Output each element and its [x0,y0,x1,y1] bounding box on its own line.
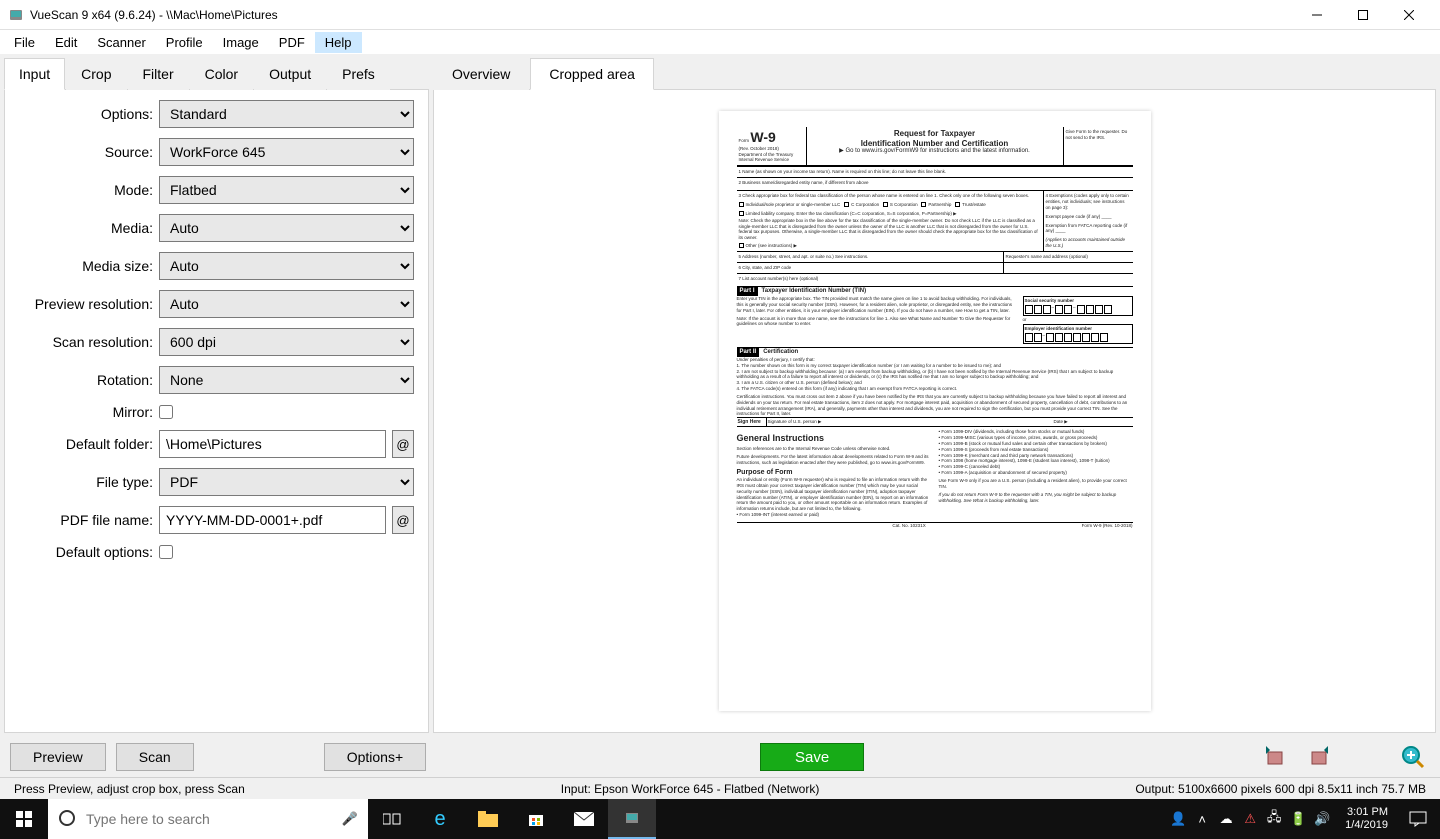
tab-color[interactable]: Color [190,58,253,90]
default-options-checkbox[interactable] [159,545,173,559]
tab-crop[interactable]: Crop [66,58,126,90]
tray-volume-icon[interactable]: 🔊 [1313,810,1331,828]
maximize-button[interactable] [1340,0,1386,30]
options-select[interactable]: Standard [159,100,414,128]
default-folder-label: Default folder: [13,436,153,452]
app-icon [8,7,24,23]
mirror-label: Mirror: [13,404,153,420]
window-titlebar: VueScan 9 x64 (9.6.24) - \\Mac\Home\Pict… [0,0,1440,30]
source-select[interactable]: WorkForce 645 [159,138,414,166]
rotation-label: Rotation: [13,372,153,388]
tray-network-icon[interactable]: 🖧 [1265,810,1283,828]
status-left: Press Preview, adjust crop box, press Sc… [6,782,253,796]
taskbar-mail-icon[interactable] [560,799,608,839]
menu-bar: File Edit Scanner Profile Image PDF Help [0,30,1440,54]
save-button[interactable]: Save [760,743,864,771]
status-center: Input: Epson WorkForce 645 - Flatbed (Ne… [253,782,1128,796]
taskbar-edge-icon[interactable]: e [416,799,464,839]
pdf-file-name-browse-button[interactable]: @ [392,506,414,534]
menu-file[interactable]: File [4,32,45,53]
menu-pdf[interactable]: PDF [269,32,315,53]
tray-people-icon[interactable]: 👤 [1169,810,1187,828]
source-label: Source: [13,144,153,160]
scan-res-label: Scan resolution: [13,334,153,350]
status-bar: Press Preview, adjust crop box, press Sc… [0,777,1440,799]
menu-profile[interactable]: Profile [156,32,213,53]
media-select[interactable]: Auto [159,214,414,242]
options-plus-button[interactable]: Options+ [324,743,426,771]
pdf-file-name-label: PDF file name: [13,512,153,528]
menu-image[interactable]: Image [213,32,269,53]
options-label: Options: [13,106,153,122]
minimize-button[interactable] [1294,0,1340,30]
mode-label: Mode: [13,182,153,198]
search-input[interactable] [86,811,332,827]
preview-area[interactable]: Form W-9 (Rev. October 2018) Department … [433,89,1436,733]
preview-res-label: Preview resolution: [13,296,153,312]
taskbar-vuescan-icon[interactable] [608,799,656,839]
rotate-left-button[interactable] [1258,740,1292,774]
task-view-button[interactable] [368,799,416,839]
mirror-checkbox[interactable] [159,405,173,419]
preview-button[interactable]: Preview [10,743,106,771]
right-panel: Overview Cropped area Form W-9 (Rev. Oct… [433,58,1436,733]
tab-input[interactable]: Input [4,58,65,90]
tray-up-icon[interactable]: ˄ [1193,810,1211,828]
menu-scanner[interactable]: Scanner [87,32,155,53]
taskbar-explorer-icon[interactable] [464,799,512,839]
tab-output[interactable]: Output [254,58,326,90]
tray-onedrive-icon[interactable]: ☁ [1217,810,1235,828]
media-label: Media: [13,220,153,236]
taskbar-search[interactable]: 🎤 [48,799,368,839]
mode-select[interactable]: Flatbed [159,176,414,204]
taskbar-clock[interactable]: 3:01 PM 1/4/2019 [1337,806,1396,832]
default-folder-browse-button[interactable]: @ [392,430,414,458]
left-tabs: Input Crop Filter Color Output Prefs [4,58,429,90]
pdf-file-name-input[interactable] [159,506,386,534]
start-button[interactable] [0,799,48,839]
taskbar-store-icon[interactable] [512,799,560,839]
tray-battery-icon[interactable]: 🔋 [1289,810,1307,828]
file-type-label: File type: [13,474,153,490]
tab-cropped-area[interactable]: Cropped area [530,58,654,90]
media-size-label: Media size: [13,258,153,274]
tab-filter[interactable]: Filter [128,58,189,90]
tray-security-icon[interactable]: ⚠ [1241,810,1259,828]
menu-help[interactable]: Help [315,32,362,53]
windows-taskbar: 🎤 e 👤 ˄ ☁ ⚠ 🖧 🔋 🔊 3:01 PM 1/4/2019 [0,799,1440,839]
close-button[interactable] [1386,0,1432,30]
scanned-document: Form W-9 (Rev. October 2018) Department … [719,111,1151,711]
window-title: VueScan 9 x64 (9.6.24) - \\Mac\Home\Pict… [30,8,1294,22]
tab-overview[interactable]: Overview [433,58,529,90]
tab-prefs[interactable]: Prefs [327,58,390,90]
file-type-select[interactable]: PDF [159,468,414,496]
action-center-button[interactable] [1396,799,1440,839]
rotate-right-button[interactable] [1302,740,1336,774]
default-options-label: Default options: [13,544,153,560]
status-right: Output: 5100x6600 pixels 600 dpi 8.5x11 … [1127,782,1434,796]
cortana-icon [58,809,76,830]
default-folder-input[interactable] [159,430,386,458]
menu-edit[interactable]: Edit [45,32,87,53]
preview-res-select[interactable]: Auto [159,290,414,318]
rotation-select[interactable]: None [159,366,414,394]
scan-button[interactable]: Scan [116,743,194,771]
mic-icon[interactable]: 🎤 [342,811,358,827]
media-size-select[interactable]: Auto [159,252,414,280]
scan-res-select[interactable]: 600 dpi [159,328,414,356]
left-panel: Input Crop Filter Color Output Prefs Opt… [4,58,429,733]
zoom-button[interactable] [1396,740,1430,774]
action-bar: Preview Scan Options+ Save [0,737,1440,777]
